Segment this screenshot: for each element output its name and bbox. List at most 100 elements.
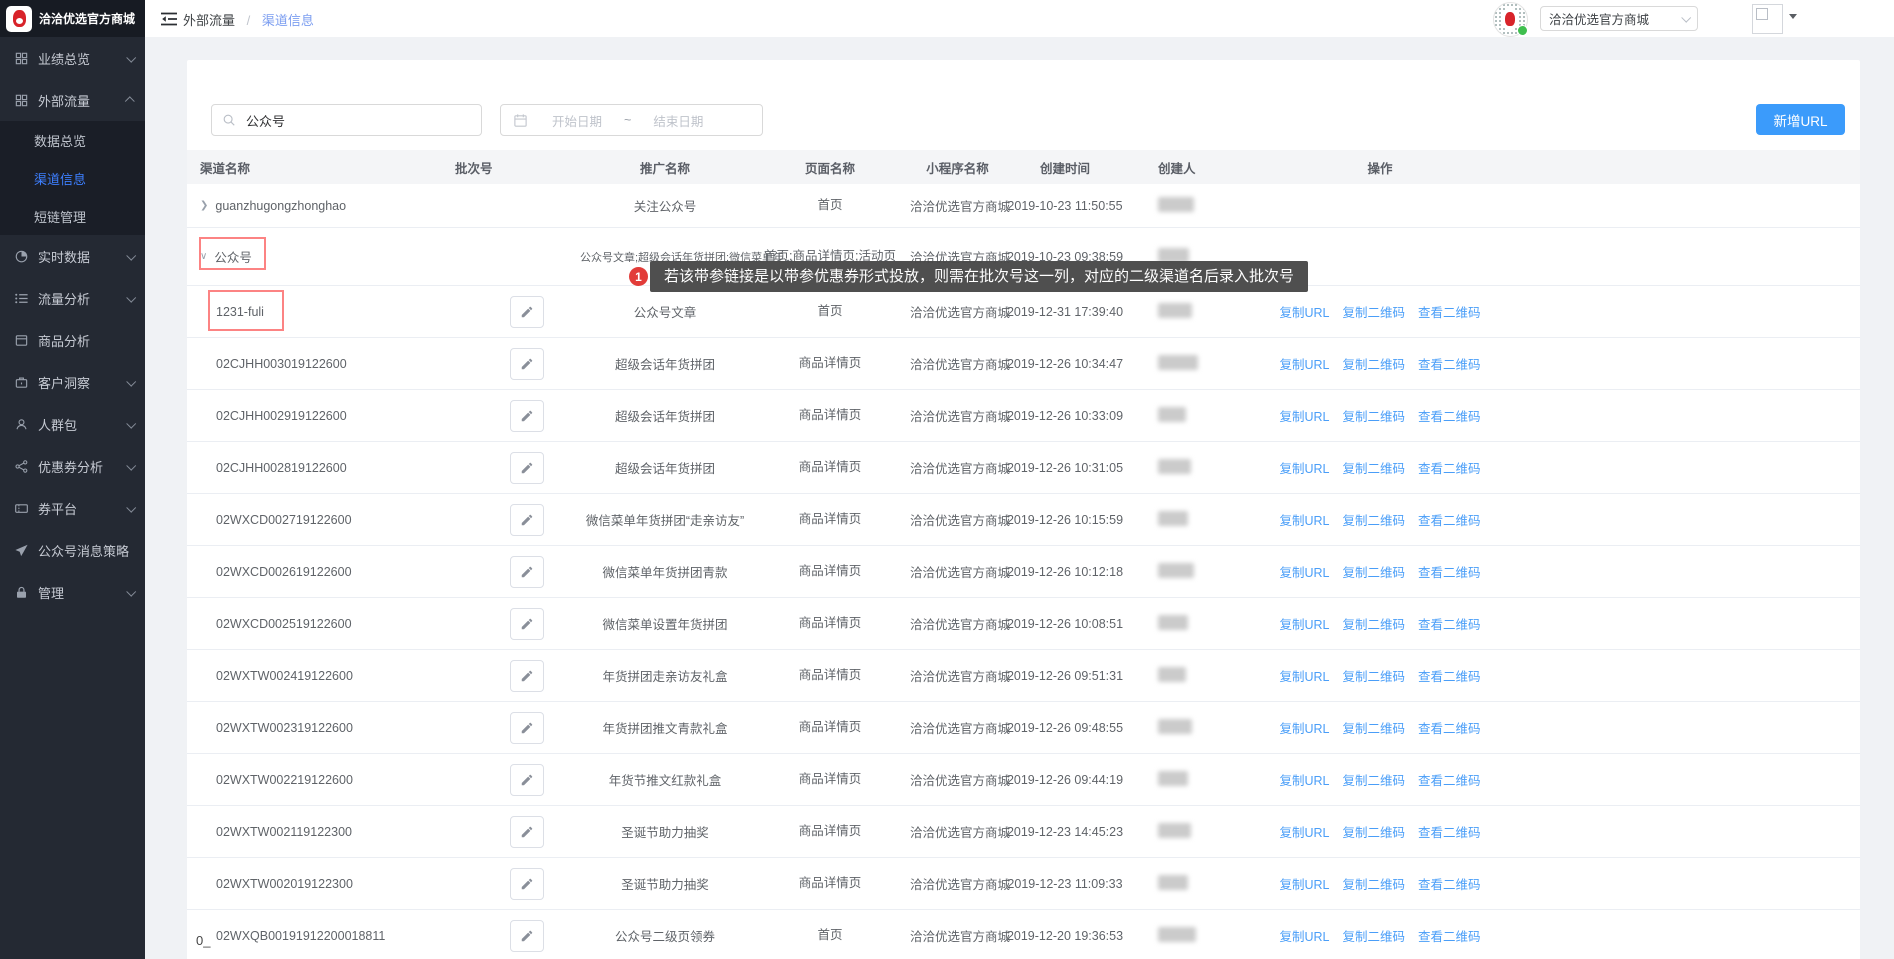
copy-url-link[interactable]: 复制URL [1279, 770, 1329, 789]
sidebar-subitem-channel-info[interactable]: 渠道信息 [0, 159, 145, 197]
store-select[interactable]: 洽洽优选官方商城 [1540, 6, 1698, 31]
copy-url-link[interactable]: 复制URL [1279, 302, 1329, 321]
copy-qrcode-link[interactable]: 复制二维码 [1342, 458, 1405, 477]
page-name: 商品详情页 [750, 407, 910, 424]
promo-name: 公众号文章 [580, 302, 750, 321]
copy-url-link[interactable]: 复制URL [1279, 562, 1329, 581]
view-qrcode-link[interactable]: 查看二维码 [1418, 822, 1481, 841]
edit-batch-button[interactable] [510, 296, 544, 328]
view-qrcode-link[interactable]: 查看二维码 [1418, 354, 1481, 373]
pencil-icon [520, 513, 534, 527]
edit-batch-button[interactable] [510, 920, 544, 952]
edit-batch-button[interactable] [510, 660, 544, 692]
copy-qrcode-link[interactable]: 复制二维码 [1342, 614, 1405, 633]
copy-qrcode-link[interactable]: 复制二维码 [1342, 354, 1405, 373]
copy-qrcode-link[interactable]: 复制二维码 [1342, 666, 1405, 685]
sidebar-item-realtime-data[interactable]: 实时数据 [0, 235, 145, 277]
sidebar-item-label: 券平台 [38, 499, 77, 518]
breadcrumb-parent[interactable]: 外部流量 [183, 13, 235, 28]
pencil-icon [520, 721, 534, 735]
edit-batch-button[interactable] [510, 504, 544, 536]
breadcrumb-current[interactable]: 渠道信息 [262, 13, 314, 28]
sidebar-item-customer-insight[interactable]: 客户洞察 [0, 361, 145, 403]
edit-batch-button[interactable] [510, 348, 544, 380]
edit-batch-button[interactable] [510, 764, 544, 796]
search-input[interactable] [244, 112, 458, 129]
copy-url-link[interactable]: 复制URL [1279, 458, 1329, 477]
copy-url-link[interactable]: 复制URL [1279, 718, 1329, 737]
promo-name: 年货拼团推文青款礼盒 [580, 718, 750, 737]
copy-qrcode-link[interactable]: 复制二维码 [1342, 874, 1405, 893]
edit-batch-button[interactable] [510, 816, 544, 848]
edit-batch-button[interactable] [510, 868, 544, 900]
user-menu-caret-icon[interactable] [1789, 14, 1797, 19]
view-qrcode-link[interactable]: 查看二维码 [1418, 302, 1481, 321]
copy-url-link[interactable]: 复制URL [1279, 666, 1329, 685]
date-range-picker[interactable]: 开始日期 ~ 结束日期 [500, 104, 763, 136]
copy-qrcode-link[interactable]: 复制二维码 [1342, 562, 1405, 581]
date-start-placeholder[interactable]: 开始日期 [552, 111, 602, 130]
copy-url-link[interactable]: 复制URL [1279, 510, 1329, 529]
copy-qrcode-link[interactable]: 复制二维码 [1342, 510, 1405, 529]
table-row: 02CJHH002819122600超级会话年货拼团商品详情页洽洽优选官方商城2… [187, 442, 1860, 494]
view-qrcode-link[interactable]: 查看二维码 [1418, 926, 1481, 945]
expand-row-icon[interactable]: ❯ [200, 200, 208, 211]
online-status-dot [1517, 25, 1528, 36]
edit-batch-button[interactable] [510, 556, 544, 588]
copy-url-link[interactable]: 复制URL [1279, 874, 1329, 893]
user-avatar-placeholder[interactable] [1752, 4, 1783, 34]
pencil-icon [520, 929, 534, 943]
sidebar-item-product-analysis[interactable]: 商品分析 [0, 319, 145, 361]
add-url-button[interactable]: 新增URL [1756, 104, 1845, 135]
menu-fold-icon[interactable] [159, 9, 179, 29]
copy-qrcode-link[interactable]: 复制二维码 [1342, 406, 1405, 425]
sidebar-item-coupon-analysis[interactable]: 优惠券分析 [0, 445, 145, 487]
copy-qrcode-link[interactable]: 复制二维码 [1342, 302, 1405, 321]
copy-qrcode-link[interactable]: 复制二维码 [1342, 822, 1405, 841]
view-qrcode-link[interactable]: 查看二维码 [1418, 666, 1481, 685]
sidebar-item-official-account-message[interactable]: 公众号消息策略 [0, 529, 145, 571]
sidebar-item-label: 优惠券分析 [38, 457, 103, 476]
view-qrcode-link[interactable]: 查看二维码 [1418, 458, 1481, 477]
copy-qrcode-link[interactable]: 复制二维码 [1342, 718, 1405, 737]
edit-batch-button[interactable] [510, 712, 544, 744]
sidebar-subitem-data-overview[interactable]: 数据总览 [0, 121, 145, 159]
sidebar-item-coupon-platform[interactable]: 券平台 [0, 487, 145, 529]
sidebar-item-label: 人群包 [38, 415, 77, 434]
view-qrcode-link[interactable]: 查看二维码 [1418, 510, 1481, 529]
promo-name: 圣诞节助力抽奖 [580, 822, 750, 841]
channel-name: 公众号 [214, 247, 252, 266]
channel-name: 02WXQB00191912200018811 [216, 929, 385, 943]
view-qrcode-link[interactable]: 查看二维码 [1418, 614, 1481, 633]
copy-url-link[interactable]: 复制URL [1279, 406, 1329, 425]
sidebar-item-audience-pack[interactable]: 人群包 [0, 403, 145, 445]
copy-qrcode-link[interactable]: 复制二维码 [1342, 770, 1405, 789]
view-qrcode-link[interactable]: 查看二维码 [1418, 562, 1481, 581]
sidebar-item-admin[interactable]: 管理 [0, 571, 145, 613]
copy-url-link[interactable]: 复制URL [1279, 614, 1329, 633]
qr-code-avatar[interactable] [1493, 2, 1528, 37]
sidebar-item-performance-overview[interactable]: 业绩总览 [0, 37, 145, 79]
sidebar-subitem-short-link[interactable]: 短链管理 [0, 197, 145, 235]
edit-batch-button[interactable] [510, 608, 544, 640]
copy-url-link[interactable]: 复制URL [1279, 926, 1329, 945]
copy-url-link[interactable]: 复制URL [1279, 354, 1329, 373]
sidebar-item-external-traffic[interactable]: 外部流量 [0, 79, 145, 121]
view-qrcode-link[interactable]: 查看二维码 [1418, 770, 1481, 789]
table-row: 1231-fuli公众号文章首页洽洽优选官方商城2019-12-31 17:39… [187, 286, 1860, 338]
creator-redacted [1158, 927, 1196, 942]
edit-batch-button[interactable] [510, 400, 544, 432]
created-time: 2019-12-23 14:45:23 [1005, 825, 1125, 839]
view-qrcode-link[interactable]: 查看二维码 [1418, 718, 1481, 737]
created-time: 2019-12-26 10:12:18 [1005, 565, 1125, 579]
collapse-row-icon[interactable]: ∨ [200, 251, 207, 262]
copy-qrcode-link[interactable]: 复制二维码 [1342, 926, 1405, 945]
mini-program-name: 洽洽优选官方商城 [910, 354, 1005, 373]
view-qrcode-link[interactable]: 查看二维码 [1418, 874, 1481, 893]
creator-redacted [1158, 875, 1188, 890]
view-qrcode-link[interactable]: 查看二维码 [1418, 406, 1481, 425]
copy-url-link[interactable]: 复制URL [1279, 822, 1329, 841]
sidebar-item-traffic-analysis[interactable]: 流量分析 [0, 277, 145, 319]
edit-batch-button[interactable] [510, 452, 544, 484]
date-end-placeholder[interactable]: 结束日期 [653, 111, 703, 130]
